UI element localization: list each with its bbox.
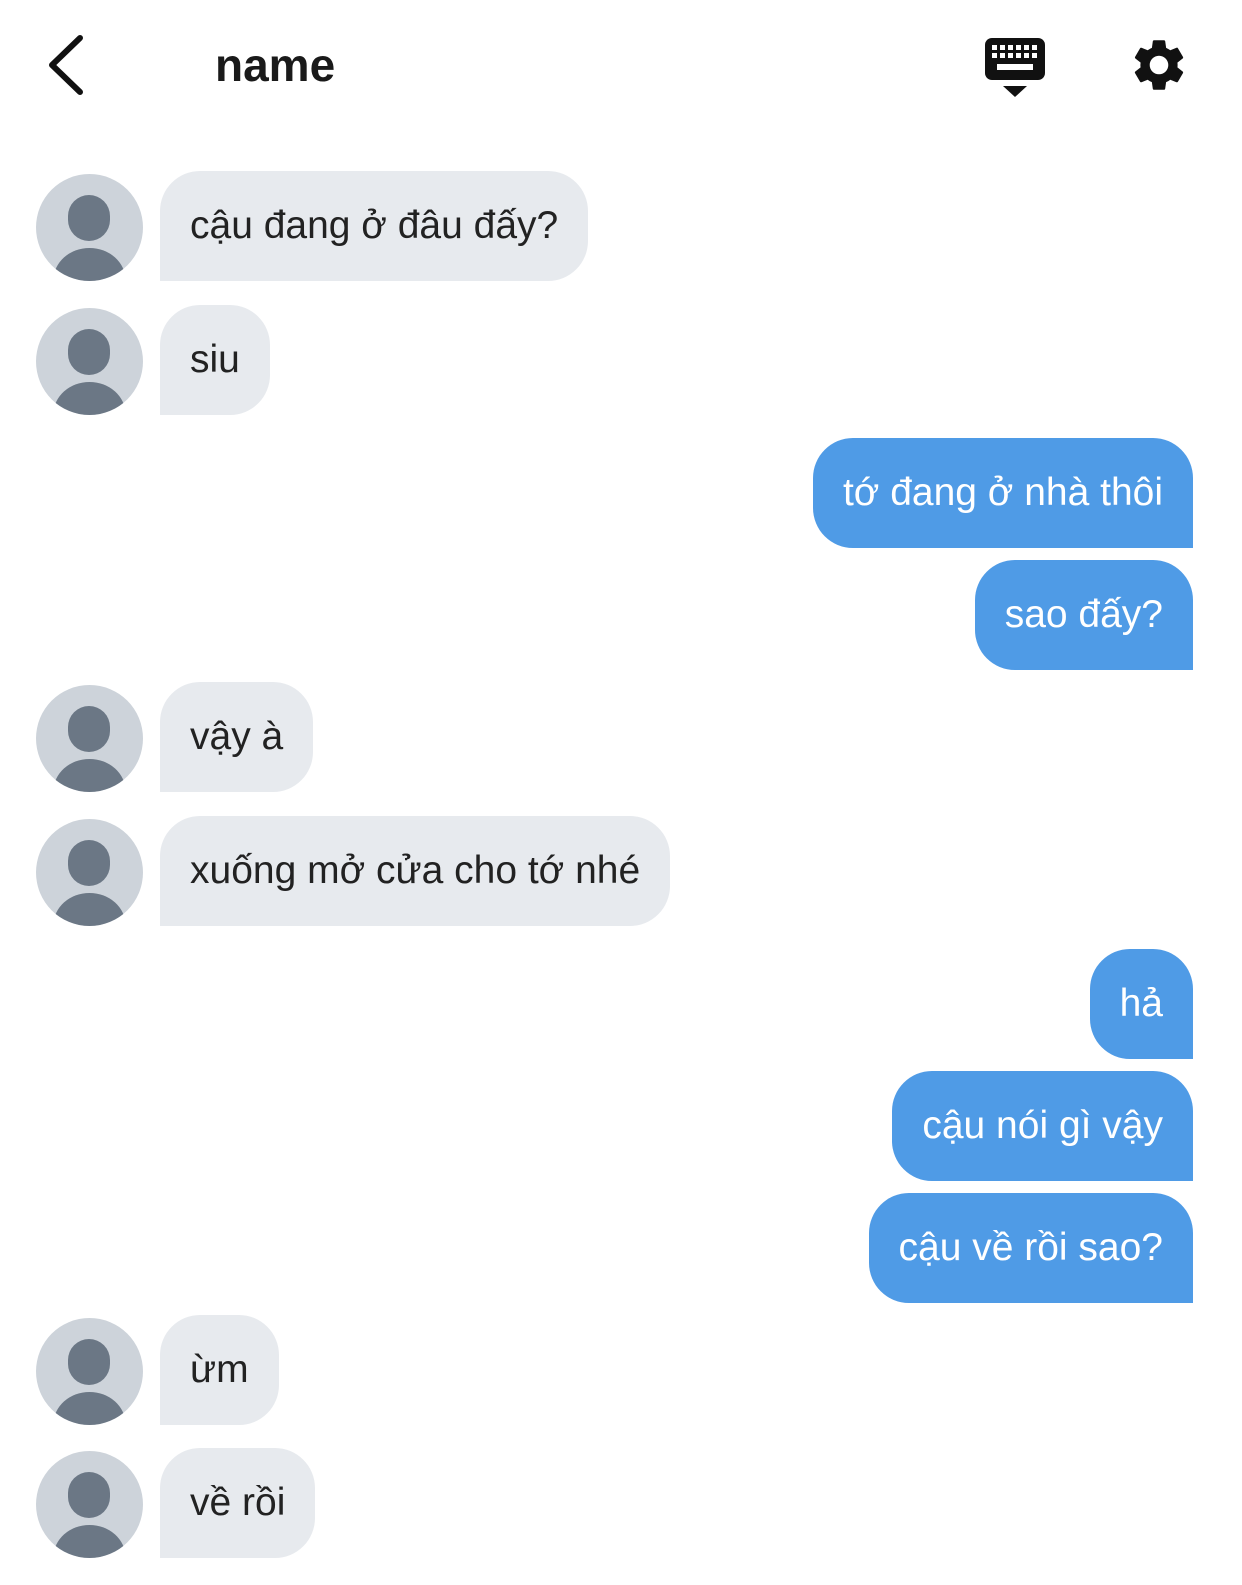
message-bubble-outgoing: sao đấy? — [974, 560, 1193, 670]
message-bubble-incoming: ừm — [160, 1315, 279, 1425]
person-icon — [53, 1472, 126, 1558]
avatar — [36, 1318, 143, 1425]
message-bubble-incoming: về rồi — [160, 1448, 316, 1558]
avatar — [36, 819, 143, 926]
chevron-left-icon — [49, 35, 83, 95]
settings-button[interactable] — [1128, 34, 1190, 96]
message-bubble-outgoing: cậu nói gì vậy — [892, 1071, 1193, 1181]
message-bubble-outgoing: tớ đang ở nhà thôi — [812, 438, 1193, 548]
message-bubble-outgoing: hả — [1089, 949, 1193, 1059]
avatar — [36, 685, 143, 792]
person-icon — [53, 706, 126, 792]
avatar — [36, 174, 143, 281]
message-bubble-incoming: vậy à — [160, 682, 314, 792]
person-icon — [53, 840, 126, 926]
keyboard-button[interactable] — [983, 36, 1047, 100]
person-icon — [53, 1339, 126, 1425]
chat-screen: name cậu đang ở đâu đấy? siu tớ đang ở n… — [0, 0, 1242, 1585]
gear-icon — [1134, 40, 1184, 90]
chat-header: name — [0, 0, 1242, 130]
message-bubble-incoming: xuống mở cửa cho tớ nhé — [160, 816, 671, 926]
avatar — [36, 308, 143, 415]
message-bubble-incoming: cậu đang ở đâu đấy? — [160, 171, 589, 281]
message-bubble-outgoing: cậu về rồi sao? — [868, 1193, 1193, 1303]
message-bubble-incoming: siu — [160, 305, 270, 415]
back-button[interactable] — [38, 30, 98, 100]
keyboard-icon — [985, 38, 1045, 97]
person-icon — [53, 329, 126, 415]
avatar — [36, 1451, 143, 1558]
chat-title: name — [215, 39, 336, 91]
person-icon — [53, 195, 126, 281]
